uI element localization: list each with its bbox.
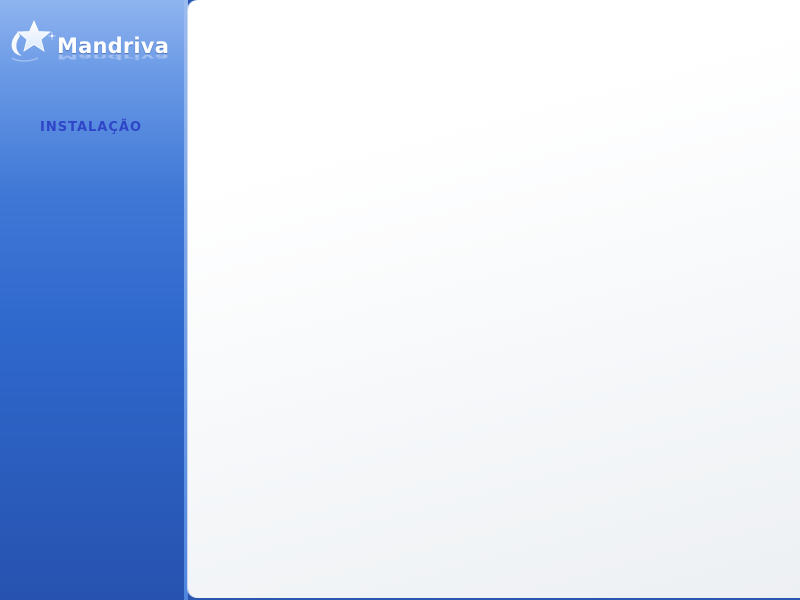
installer-screen: Mandriva Mandriva INSTALAÇÃO bbox=[0, 0, 800, 600]
main-content-panel bbox=[188, 0, 800, 598]
sidebar: Mandriva Mandriva INSTALAÇÃO bbox=[0, 0, 188, 600]
sidebar-step-installation: INSTALAÇÃO bbox=[40, 120, 142, 135]
mandriva-logo: Mandriva Mandriva bbox=[8, 18, 173, 72]
brand-name-reflection: Mandriva bbox=[57, 52, 170, 61]
